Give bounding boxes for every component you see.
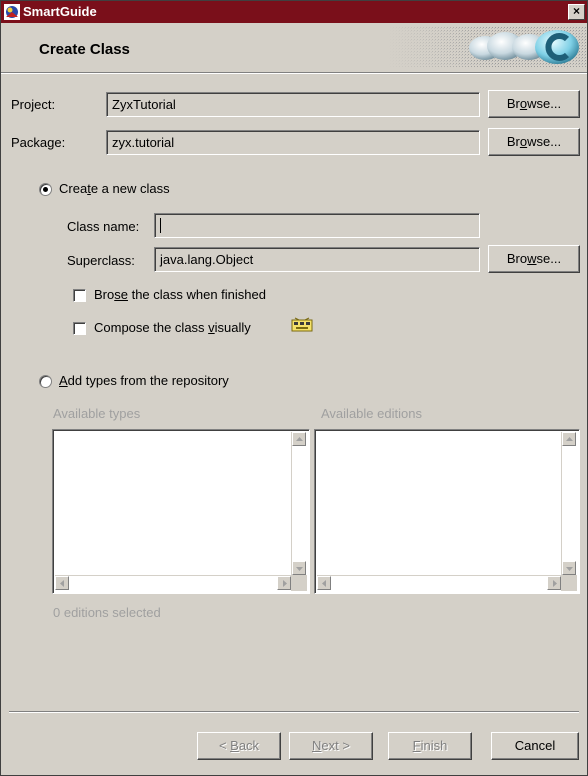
scroll-right-button[interactable] <box>277 576 291 590</box>
available-types-list[interactable] <box>52 429 310 594</box>
scroll-corner <box>291 575 307 591</box>
package-field[interactable]: zyx.tutorial <box>106 130 480 155</box>
superclass-label: Superclass: <box>67 253 135 268</box>
arrow-right-icon <box>283 580 287 587</box>
create-new-class-label[interactable]: Create a new class <box>59 181 170 196</box>
title-bar[interactable]: SmartGuide × <box>1 1 587 23</box>
editions-horizontal-scrollbar[interactable] <box>317 575 561 591</box>
close-icon: × <box>572 4 580 18</box>
text-caret <box>160 218 161 233</box>
editions-selected-status: 0 editions selected <box>53 605 161 620</box>
arrow-up-icon <box>296 437 303 441</box>
arrow-down-icon <box>296 567 303 571</box>
superclass-field[interactable]: java.lang.Object <box>154 247 480 272</box>
scroll-right-button[interactable] <box>547 576 561 590</box>
arrow-down-icon <box>566 567 573 571</box>
arrow-left-icon <box>60 580 64 587</box>
add-from-repository-radio[interactable] <box>39 375 52 388</box>
smartguide-logo-icon <box>387 27 587 67</box>
back-button[interactable]: < Back <box>197 732 281 760</box>
project-browse-button[interactable]: Browse... <box>488 90 580 118</box>
arrow-up-icon <box>566 437 573 441</box>
visual-composer-icon <box>291 317 313 332</box>
next-button[interactable]: Next > <box>289 732 373 760</box>
compose-visually-checkbox[interactable] <box>73 322 86 335</box>
editions-vertical-scrollbar[interactable] <box>561 432 577 575</box>
footer-separator <box>9 711 579 713</box>
wizard-header: Create Class <box>1 23 587 74</box>
types-horizontal-scrollbar[interactable] <box>55 575 291 591</box>
arrow-right-icon <box>553 580 557 587</box>
cancel-button[interactable]: Cancel <box>491 732 579 760</box>
scroll-left-button[interactable] <box>317 576 331 590</box>
package-label: Package: <box>11 135 66 150</box>
scroll-corner <box>561 575 577 591</box>
superclass-browse-button[interactable]: Browse... <box>488 245 580 273</box>
class-name-label: Class name: <box>67 219 140 234</box>
window-title: SmartGuide <box>23 4 97 19</box>
finish-button[interactable]: Finish <box>388 732 472 760</box>
smartguide-window: SmartGuide × Create Class Project: ZyxTu… <box>0 0 588 776</box>
scroll-up-button[interactable] <box>562 432 576 446</box>
page-title: Create Class <box>39 41 130 58</box>
radio-selected-dot <box>43 187 48 192</box>
scroll-up-button[interactable] <box>292 432 306 446</box>
available-editions-list[interactable] <box>314 429 580 594</box>
close-button[interactable]: × <box>568 4 585 20</box>
add-from-repository-label[interactable]: Add types from the repository <box>59 373 229 388</box>
scroll-down-button[interactable] <box>562 561 576 575</box>
scroll-left-button[interactable] <box>55 576 69 590</box>
available-editions-label: Available editions <box>321 406 422 421</box>
browse-when-finished-checkbox[interactable] <box>73 289 86 302</box>
create-new-class-radio[interactable] <box>39 183 52 196</box>
project-field[interactable]: ZyxTutorial <box>106 92 480 117</box>
arrow-left-icon <box>322 580 326 587</box>
available-types-label: Available types <box>53 406 141 421</box>
package-browse-button[interactable]: Browse... <box>488 128 580 156</box>
browse-when-finished-label[interactable]: Brose the class when finished <box>94 287 266 302</box>
scroll-down-button[interactable] <box>292 561 306 575</box>
class-name-input[interactable] <box>154 213 480 238</box>
compose-visually-label[interactable]: Compose the class visually <box>94 320 251 335</box>
project-label: Project: <box>11 97 56 112</box>
app-icon <box>4 4 20 20</box>
types-vertical-scrollbar[interactable] <box>291 432 307 575</box>
